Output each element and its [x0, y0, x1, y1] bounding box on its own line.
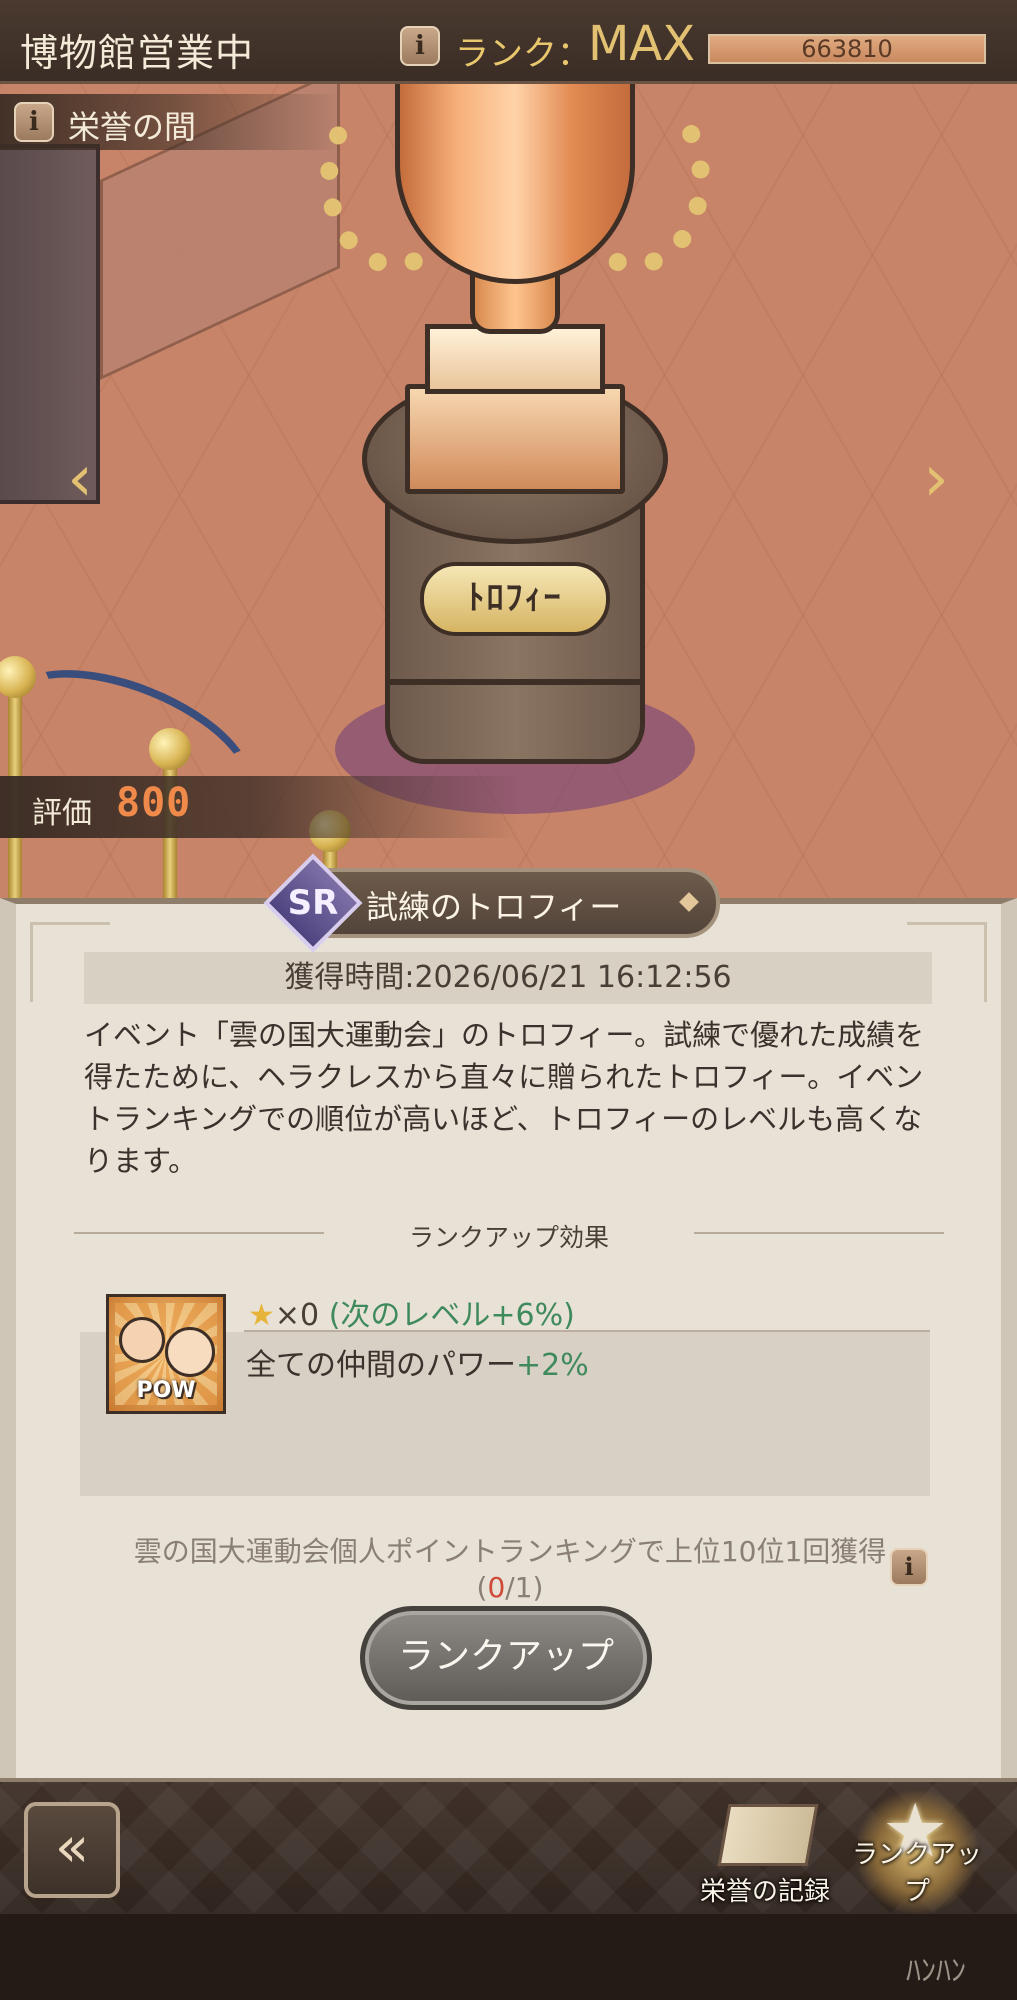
effect-description: 全ての仲間のパワー	[246, 1348, 516, 1383]
museum-status: 博物館営業中	[20, 31, 255, 75]
bottom-nav-bar: « 栄誉の記録 ★ ランクアップ	[0, 1778, 1017, 1914]
honor-record-button[interactable]: 栄誉の記録	[700, 1790, 830, 1914]
bottom-strip	[0, 1914, 1017, 2000]
rankup-condition: 雲の国大運動会個人ポイントランキングで上位10位1回獲得(0/1)	[110, 1534, 910, 1606]
star-level-line: ★×0 (次のレベル+6%)	[248, 1290, 575, 1334]
character-face-icon	[119, 1317, 165, 1363]
condition-progress-rest: /1)	[505, 1571, 544, 1604]
condition-progress-current: 0	[487, 1571, 506, 1604]
star-underline	[244, 1330, 930, 1332]
next-level-bonus: (次のレベル+6%)	[328, 1298, 575, 1333]
chevron-right-icon[interactable]: ›	[906, 444, 966, 514]
chevron-left-icon[interactable]: ‹	[50, 444, 110, 514]
effect-section-divider: ランクアップ効果	[74, 1218, 944, 1252]
top-status-bar: 博物館営業中 i ランク： MAX 663810	[0, 0, 1017, 84]
rank-points: 663810	[801, 35, 893, 63]
honor-record-label: 栄誉の記録	[699, 1877, 830, 1907]
rankup-menu-label: ランクアップ	[851, 1840, 982, 1907]
pow-effect-icon: POW	[106, 1294, 226, 1414]
rankup-menu-button[interactable]: ★ ランクアップ	[852, 1790, 982, 1914]
effect-bonus: +2%	[516, 1348, 589, 1383]
rating-bar: 評価 800	[0, 776, 520, 838]
star-icon: ★	[248, 1298, 275, 1333]
section-label: 栄誉の間	[68, 108, 197, 146]
trophy-base	[405, 384, 625, 494]
effect-section-title: ランクアップ効果	[408, 1223, 609, 1252]
pow-label: POW	[136, 1378, 196, 1403]
rankup-button[interactable]: ランクアップ	[360, 1606, 652, 1710]
back-button[interactable]: «	[24, 1802, 120, 1898]
condition-progress-open: (	[476, 1571, 488, 1604]
section-tag: i 栄誉の間	[0, 94, 340, 150]
acquired-time: 獲得時間:2026/06/21 16:12:56	[84, 952, 932, 1004]
section-info-icon[interactable]: i	[14, 102, 54, 142]
watermark: ﾊﾝﾊﾝ	[906, 1954, 966, 1989]
trophy-base-top	[425, 324, 605, 394]
rating-value: 800	[116, 780, 192, 826]
pedestal-plaque: ﾄﾛﾌｨｰ	[420, 562, 610, 636]
trophy-description: イベント「雲の国大運動会」のトロフィー。試練で優れた成績を得たために、ヘラクレス…	[84, 1018, 925, 1178]
rating-label: 評価	[32, 796, 92, 831]
rank-value: MAX	[588, 16, 696, 72]
rank-progress-bar: 663810	[708, 34, 986, 64]
rank-label: ランク：	[455, 34, 591, 74]
condition-text: 雲の国大運動会個人ポイントランキングで上位10位1回獲得	[133, 1535, 887, 1568]
book-icon	[715, 1792, 819, 1872]
rarity-label: SR	[287, 883, 339, 923]
stanchion-ball	[149, 728, 191, 770]
condition-info-icon[interactable]: i	[890, 1548, 928, 1586]
star-count: ×0	[274, 1298, 320, 1333]
back-double-chevron-icon: «	[54, 1815, 90, 1880]
trophy-name: 試練のトロフィー	[366, 888, 622, 926]
trophy-scene: i 栄誉の間 ‹ › ﾄﾛﾌｨｰ 評価 800	[0, 84, 1017, 906]
character-face-icon	[165, 1327, 215, 1377]
rank-info-icon[interactable]: i	[400, 26, 440, 66]
effect-text: 全ての仲間のパワー+2%	[246, 1340, 589, 1384]
